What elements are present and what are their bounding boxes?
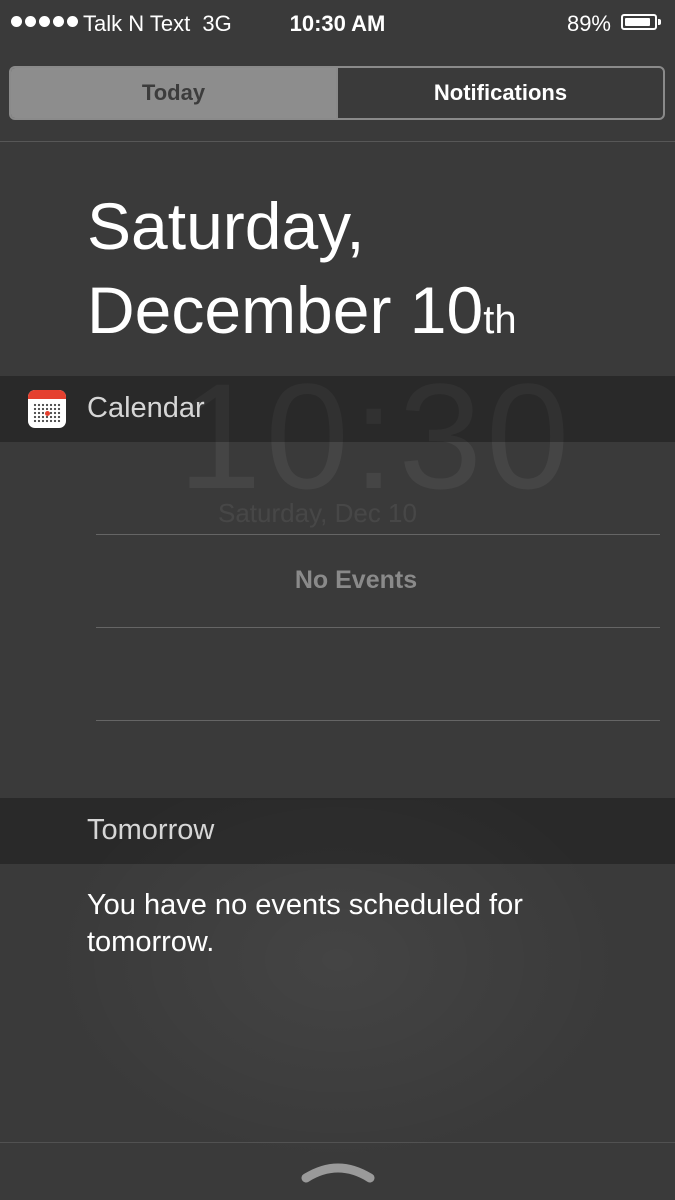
calendar-section-title: Calendar bbox=[87, 392, 205, 424]
calendar-icon bbox=[28, 390, 66, 428]
background-date: Saturday, Dec 10 bbox=[218, 498, 417, 528]
tab-notifications[interactable]: Notifications bbox=[336, 68, 663, 118]
battery-icon bbox=[621, 14, 661, 30]
close-handle-icon[interactable] bbox=[300, 1158, 376, 1184]
date-ordinal-suffix: th bbox=[483, 298, 517, 342]
header-divider bbox=[0, 141, 675, 142]
status-bar: Talk N Text 3G 10:30 AM 89% bbox=[0, 0, 675, 46]
date-weekday: Saturday, bbox=[87, 189, 365, 263]
calendar-divider bbox=[96, 720, 660, 721]
tomorrow-section-title: Tomorrow bbox=[87, 814, 215, 846]
tab-today[interactable]: Today bbox=[11, 68, 336, 118]
today-date-heading: Saturday, December 10th bbox=[87, 184, 517, 362]
battery-fill bbox=[625, 18, 650, 26]
calendar-section-header[interactable]: Calendar bbox=[0, 376, 675, 442]
tomorrow-message: You have no events scheduled for tomorro… bbox=[87, 889, 523, 958]
tomorrow-section-header: Tomorrow bbox=[0, 798, 675, 864]
footer-divider bbox=[0, 1142, 675, 1143]
calendar-divider bbox=[96, 534, 660, 535]
no-events-label: No Events bbox=[294, 566, 418, 594]
battery-percent: 89% bbox=[566, 11, 611, 36]
calendar-divider bbox=[96, 627, 660, 628]
view-segmented-control: Today Notifications bbox=[9, 66, 665, 120]
date-month-day: December 10 bbox=[87, 273, 484, 347]
